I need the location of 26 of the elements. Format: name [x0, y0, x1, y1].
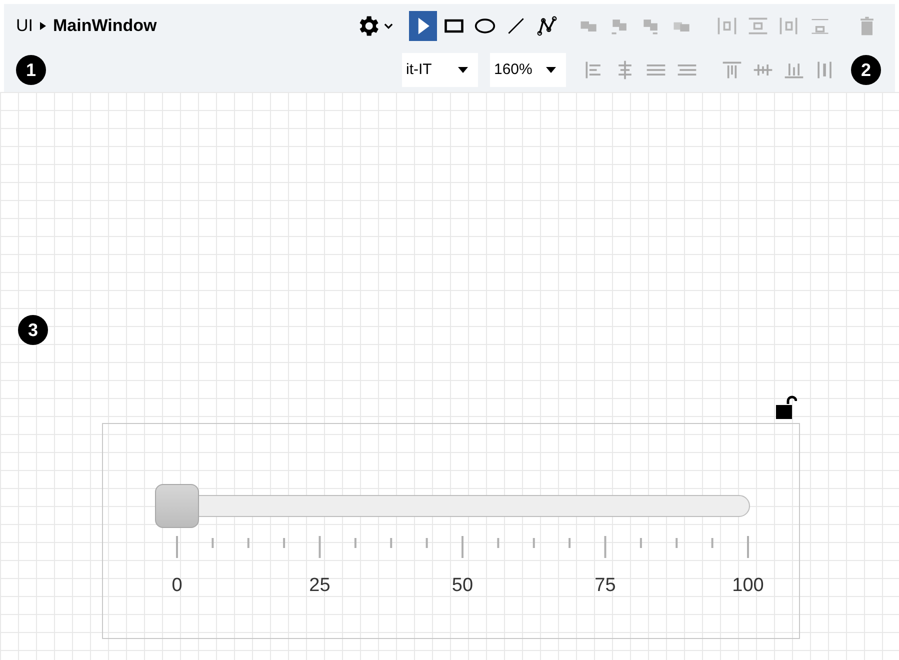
- valign-top-icon: [721, 59, 743, 81]
- chevron-right-icon: [40, 22, 46, 30]
- distribute-right-icon: [778, 15, 800, 37]
- zoom-dropdown[interactable]: 160%: [490, 53, 566, 87]
- distribute-top-icon: [747, 15, 769, 37]
- select-tool-button[interactable]: [409, 11, 437, 41]
- slider-tick-label: 100: [731, 574, 765, 598]
- slider-thumb[interactable]: [155, 484, 199, 528]
- callout-marker: 1: [16, 55, 46, 85]
- chevron-down-icon: [384, 23, 393, 29]
- slider-widget-frame[interactable]: 0 25 50 75 100: [102, 423, 800, 639]
- slider-tick-label: 25: [308, 574, 332, 598]
- unlock-icon[interactable]: [775, 394, 797, 420]
- slider-tick-label: 50: [450, 574, 474, 598]
- caret-icon: [458, 67, 468, 73]
- breadcrumb-root[interactable]: UI: [16, 13, 33, 39]
- slider-tick-label: 75: [594, 574, 617, 598]
- distribute-h-icon: [716, 15, 738, 37]
- locale-dropdown[interactable]: it-IT: [402, 53, 478, 87]
- slider[interactable]: [155, 484, 751, 528]
- breadcrumb-current: MainWindow: [53, 15, 157, 38]
- slider-tick-label: 0: [170, 574, 184, 598]
- callout-marker: 3: [18, 315, 48, 345]
- polyline-icon: [536, 15, 558, 37]
- caret-icon: [546, 67, 556, 73]
- callout-marker: 2: [851, 55, 881, 85]
